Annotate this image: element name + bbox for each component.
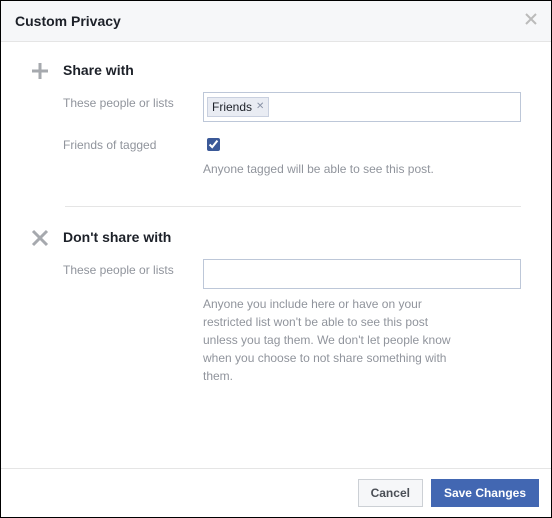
dont-share-people-label: These people or lists <box>63 259 203 277</box>
cancel-button[interactable]: Cancel <box>358 479 423 507</box>
share-token-friends[interactable]: Friends ✕ <box>207 97 269 117</box>
token-remove-icon[interactable]: ✕ <box>256 99 264 115</box>
share-with-section: Share with These people or lists Friends… <box>31 62 521 190</box>
section-divider <box>65 206 521 207</box>
dont-share-people-row: These people or lists Anyone you include… <box>63 259 521 385</box>
dont-share-note: Anyone you include here or have on your … <box>203 295 463 385</box>
save-changes-button[interactable]: Save Changes <box>431 479 539 507</box>
plus-icon <box>31 62 49 83</box>
share-people-label: These people or lists <box>63 92 203 110</box>
dialog-title: Custom Privacy <box>15 13 121 29</box>
share-people-row: These people or lists Friends ✕ <box>63 92 521 122</box>
dialog-footer: Cancel Save Changes <box>1 468 551 517</box>
friends-tagged-checkbox[interactable] <box>207 138 220 151</box>
dont-share-heading: Don't share with <box>63 229 521 245</box>
close-icon[interactable] <box>525 13 537 29</box>
token-label: Friends <box>212 99 252 115</box>
share-heading: Share with <box>63 62 521 78</box>
dialog-body: Share with These people or lists Friends… <box>1 42 551 468</box>
share-people-input[interactable]: Friends ✕ <box>203 92 521 122</box>
friends-tagged-row: Friends of tagged Anyone tagged will be … <box>63 134 521 178</box>
custom-privacy-dialog: Custom Privacy Share with These people o… <box>0 0 552 518</box>
dialog-header: Custom Privacy <box>1 1 551 42</box>
dont-share-people-input[interactable] <box>203 259 521 289</box>
x-icon <box>31 229 49 250</box>
dont-share-section: Don't share with These people or lists A… <box>31 229 521 397</box>
friends-tagged-label: Friends of tagged <box>63 134 203 152</box>
friends-tagged-note: Anyone tagged will be able to see this p… <box>203 160 521 178</box>
